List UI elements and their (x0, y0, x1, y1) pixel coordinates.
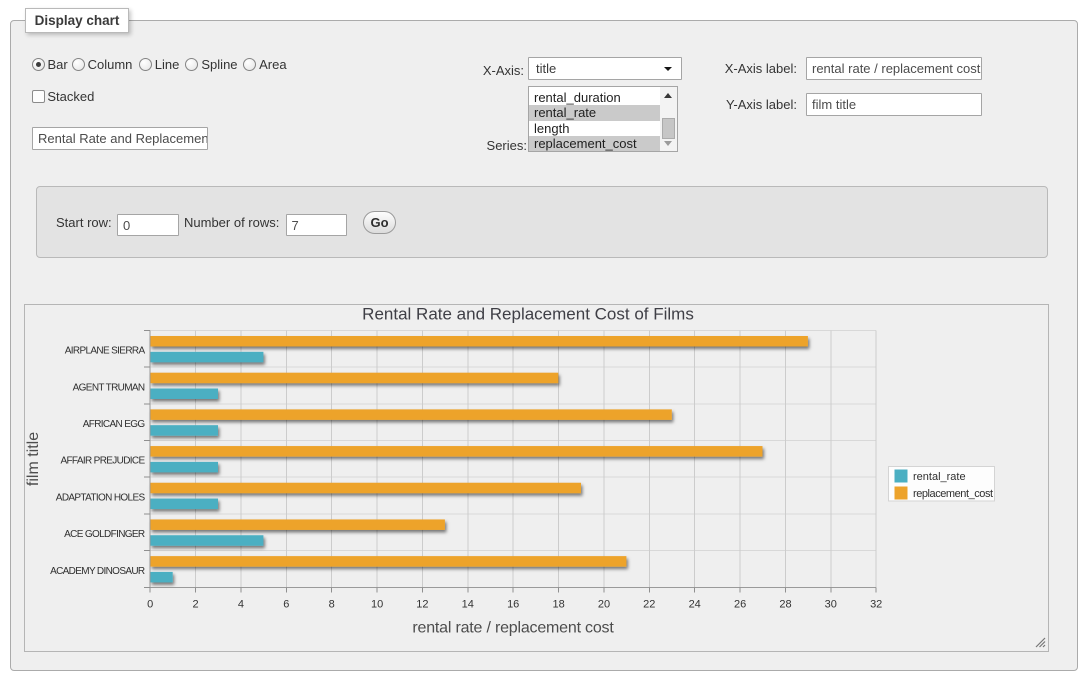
svg-text:ACE GOLDFINGER: ACE GOLDFINGER (64, 529, 145, 540)
svg-text:12: 12 (416, 599, 428, 611)
svg-text:Rental Rate and Replacement Co: Rental Rate and Replacement Cost of Film… (362, 305, 694, 324)
svg-text:26: 26 (734, 599, 746, 611)
svg-text:rental rate / replacement cost: rental rate / replacement cost (412, 620, 614, 637)
svg-text:24: 24 (689, 599, 701, 611)
svg-text:0: 0 (147, 599, 153, 611)
svg-text:AGENT TRUMAN: AGENT TRUMAN (73, 382, 145, 393)
svg-text:2: 2 (193, 599, 199, 611)
svg-text:30: 30 (825, 599, 837, 611)
svg-text:film title: film title (25, 432, 42, 486)
svg-text:22: 22 (643, 599, 655, 611)
svg-text:6: 6 (283, 599, 289, 611)
svg-text:ACADEMY DINOSAUR: ACADEMY DINOSAUR (50, 566, 145, 577)
svg-text:32: 32 (870, 599, 882, 611)
svg-text:AFFAIR PREJUDICE: AFFAIR PREJUDICE (60, 456, 145, 467)
svg-text:4: 4 (238, 599, 244, 611)
svg-text:rental_rate: rental_rate (913, 471, 966, 483)
svg-text:18: 18 (552, 599, 564, 611)
svg-text:20: 20 (598, 599, 610, 611)
svg-text:AFRICAN EGG: AFRICAN EGG (83, 419, 146, 430)
svg-text:AIRPLANE SIERRA: AIRPLANE SIERRA (65, 346, 146, 357)
svg-text:14: 14 (462, 599, 474, 611)
svg-text:replacement_cost: replacement_cost (913, 488, 993, 500)
svg-text:ADAPTATION HOLES: ADAPTATION HOLES (56, 492, 146, 503)
svg-text:16: 16 (507, 599, 519, 611)
svg-text:28: 28 (779, 599, 791, 611)
svg-text:10: 10 (371, 599, 383, 611)
svg-text:8: 8 (329, 599, 335, 611)
